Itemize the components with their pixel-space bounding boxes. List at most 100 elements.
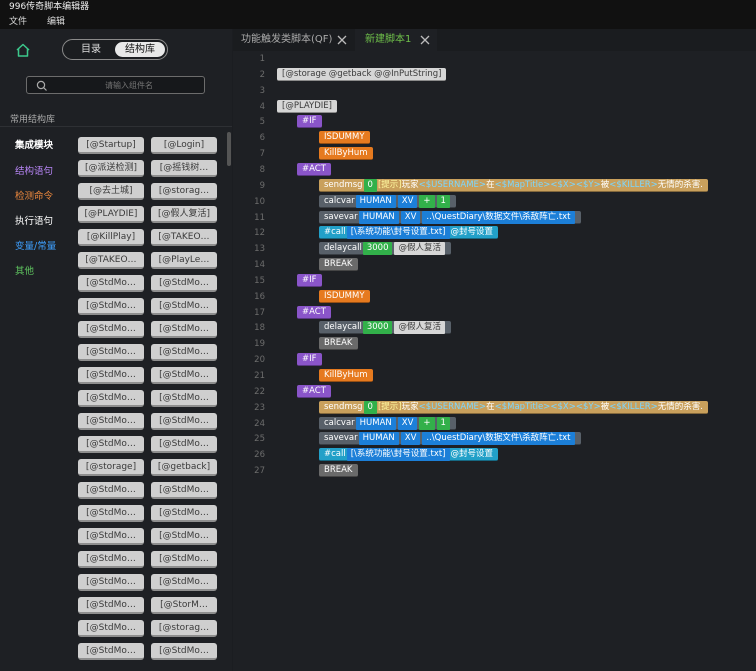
param-token: @封号设置 [450,227,494,238]
param-token: ..\QuestDiary\数据文件\杀敌阵亡.txt [422,432,575,446]
component-chip[interactable]: [@StdMo… [151,528,217,545]
delaycall-block[interactable]: delaycall 3000 @假人复活 [319,242,451,256]
component-chip[interactable]: [@StdMo… [78,321,144,338]
line-number: 8 [259,164,265,175]
search-icon [36,80,47,91]
category-item[interactable]: 其他 [15,263,34,277]
label-block[interactable]: [@storage @getback @@InPutString] [277,67,447,81]
component-chip[interactable]: [@StdMo… [78,344,144,361]
savevar-block[interactable]: savevar HUMAN XV ..\QuestDiary\数据文件\杀敌阵亡.tx… [319,432,581,446]
var-token: <$Y> [575,401,601,412]
component-chip[interactable]: [@TAKEO… [78,252,144,269]
param-token: HUMAN [355,194,396,208]
if-block[interactable]: #IF [297,353,322,367]
component-chip[interactable]: [@KillPlay] [78,229,144,246]
component-chip[interactable]: [@StdMo… [151,344,217,361]
close-icon[interactable] [420,35,430,45]
component-chip[interactable]: [@StdMo… [78,528,144,545]
component-chip[interactable]: [@StdMo… [151,275,217,292]
condition-block[interactable]: KillByHum [319,147,373,161]
component-chip[interactable]: [@摇钱树… [151,160,217,177]
component-chip[interactable]: [@PlayLe… [151,252,217,269]
component-chip[interactable]: [@StdMo… [78,298,144,315]
break-block[interactable]: BREAK [319,258,358,272]
component-chip[interactable]: [@StdMo… [151,367,217,384]
component-chip[interactable]: [@Startup] [78,137,144,154]
search-input[interactable] [55,78,203,92]
condition-block[interactable]: ISDUMMY [319,131,370,145]
component-chip[interactable]: [@StdMo… [151,298,217,315]
delaycall-block[interactable]: delaycall 3000 @假人复活 [319,321,451,335]
label-block[interactable]: [@PLAYDIE] [277,99,337,113]
savevar-block[interactable]: savevar HUMAN XV ..\QuestDiary\数据文件\杀敌阵亡.tx… [319,210,581,224]
component-chip[interactable]: [@StdMo… [78,505,144,522]
calcvar-block[interactable]: calcvar HUMAN XV +1 [319,194,456,208]
segment-structure-library[interactable]: 结构库 [115,42,165,57]
menu-edit[interactable]: 编辑 [47,15,65,29]
component-chip[interactable]: [@PLAYDIE] [78,206,144,223]
component-chip[interactable]: [@StdMo… [151,321,217,338]
msg-token: 玩家 [401,401,419,412]
component-chip[interactable]: [@StdMo… [78,482,144,499]
component-chip[interactable]: [@StdMo… [151,482,217,499]
component-chip[interactable]: [@TAKEO… [151,229,217,246]
component-chip[interactable]: [@storage] [78,459,144,476]
component-chip[interactable]: [@getback] [151,459,217,476]
sidebar-scrollbar[interactable] [227,132,231,166]
component-chip[interactable]: [@StdMo… [151,413,217,430]
category-item[interactable]: 检测命令 [15,188,53,202]
component-chip[interactable]: [@StdMo… [151,505,217,522]
tab-qf-script[interactable]: 功能触发类脚本(QF) [233,29,352,51]
component-chip[interactable]: [@StdMo… [78,367,144,384]
component-chip[interactable]: [@StdMo… [78,643,144,660]
component-chip[interactable]: [@Login] [151,137,217,154]
condition-block[interactable]: ISDUMMY [319,289,370,303]
component-chip[interactable]: [@StdMo… [78,620,144,637]
component-chip[interactable]: [@StdMo… [78,436,144,453]
component-chip[interactable]: [@StdMo… [78,597,144,614]
category-item[interactable]: 集成模块 [15,137,53,151]
act-block[interactable]: #ACT [297,384,331,398]
condition-block[interactable]: KillByHum [319,369,373,382]
component-chip[interactable]: [@StdMo… [78,551,144,568]
component-chip[interactable]: [@StdMo… [78,275,144,292]
component-chip[interactable]: [@StdMo… [151,574,217,591]
line-number: 10 [254,196,265,207]
window-title: 996传奇脚本编辑器 [0,0,756,15]
component-chip[interactable]: [@假人复活] [151,206,217,223]
var-token: <$X> [550,401,576,412]
component-chip[interactable]: [@派送检测] [78,160,144,177]
component-chip[interactable]: [@StdMo… [78,390,144,407]
if-block[interactable]: #IF [297,115,322,129]
component-chip[interactable]: [@StdMo… [151,390,217,407]
component-chip[interactable]: [@StdMo… [151,551,217,568]
category-item[interactable]: 变量/常量 [15,238,56,252]
component-chip[interactable]: [@StdMo… [151,436,217,453]
segment-directory[interactable]: 目录 [66,42,116,57]
component-chip[interactable]: [@StdMo… [151,643,217,660]
component-chip[interactable]: [@StorM… [151,597,217,614]
var-token: <$KILLER> [609,401,658,412]
component-chip[interactable]: [@storag… [151,620,217,637]
close-icon[interactable] [337,35,347,45]
component-chip[interactable]: [@StdMo… [78,574,144,591]
category-item[interactable]: 结构语句 [15,163,53,177]
break-block[interactable]: BREAK [319,464,358,478]
if-block[interactable]: #IF [297,273,322,287]
act-block[interactable]: #ACT [297,305,331,319]
call-block[interactable]: #call [\系统功能\封号设置.txt] @封号设置 [319,448,499,462]
act-block[interactable]: #ACT [297,162,331,176]
call-block[interactable]: #call [\系统功能\封号设置.txt] @封号设置 [319,226,499,240]
sendmsg-block[interactable]: sendmsg 0 [提示]玩家<$USERNAME>在<$MapTitle><$X… [319,400,708,414]
home-icon[interactable] [15,42,31,58]
component-chip[interactable]: [@去土城] [78,183,144,200]
calcvar-block[interactable]: calcvar HUMAN XV +1 [319,416,456,430]
component-chip[interactable]: [@StdMo… [78,413,144,430]
menu-file[interactable]: 文件 [9,15,27,29]
sendmsg-block[interactable]: sendmsg 0 [提示]玩家<$USERNAME>在<$MapTitle><$X… [319,178,708,192]
tab-new-script[interactable]: 新建脚本1 [355,29,437,51]
component-chip[interactable]: [@storag… [151,183,217,200]
line-number: 14 [254,260,265,271]
break-block[interactable]: BREAK [319,337,358,351]
category-item[interactable]: 执行语句 [15,213,53,227]
